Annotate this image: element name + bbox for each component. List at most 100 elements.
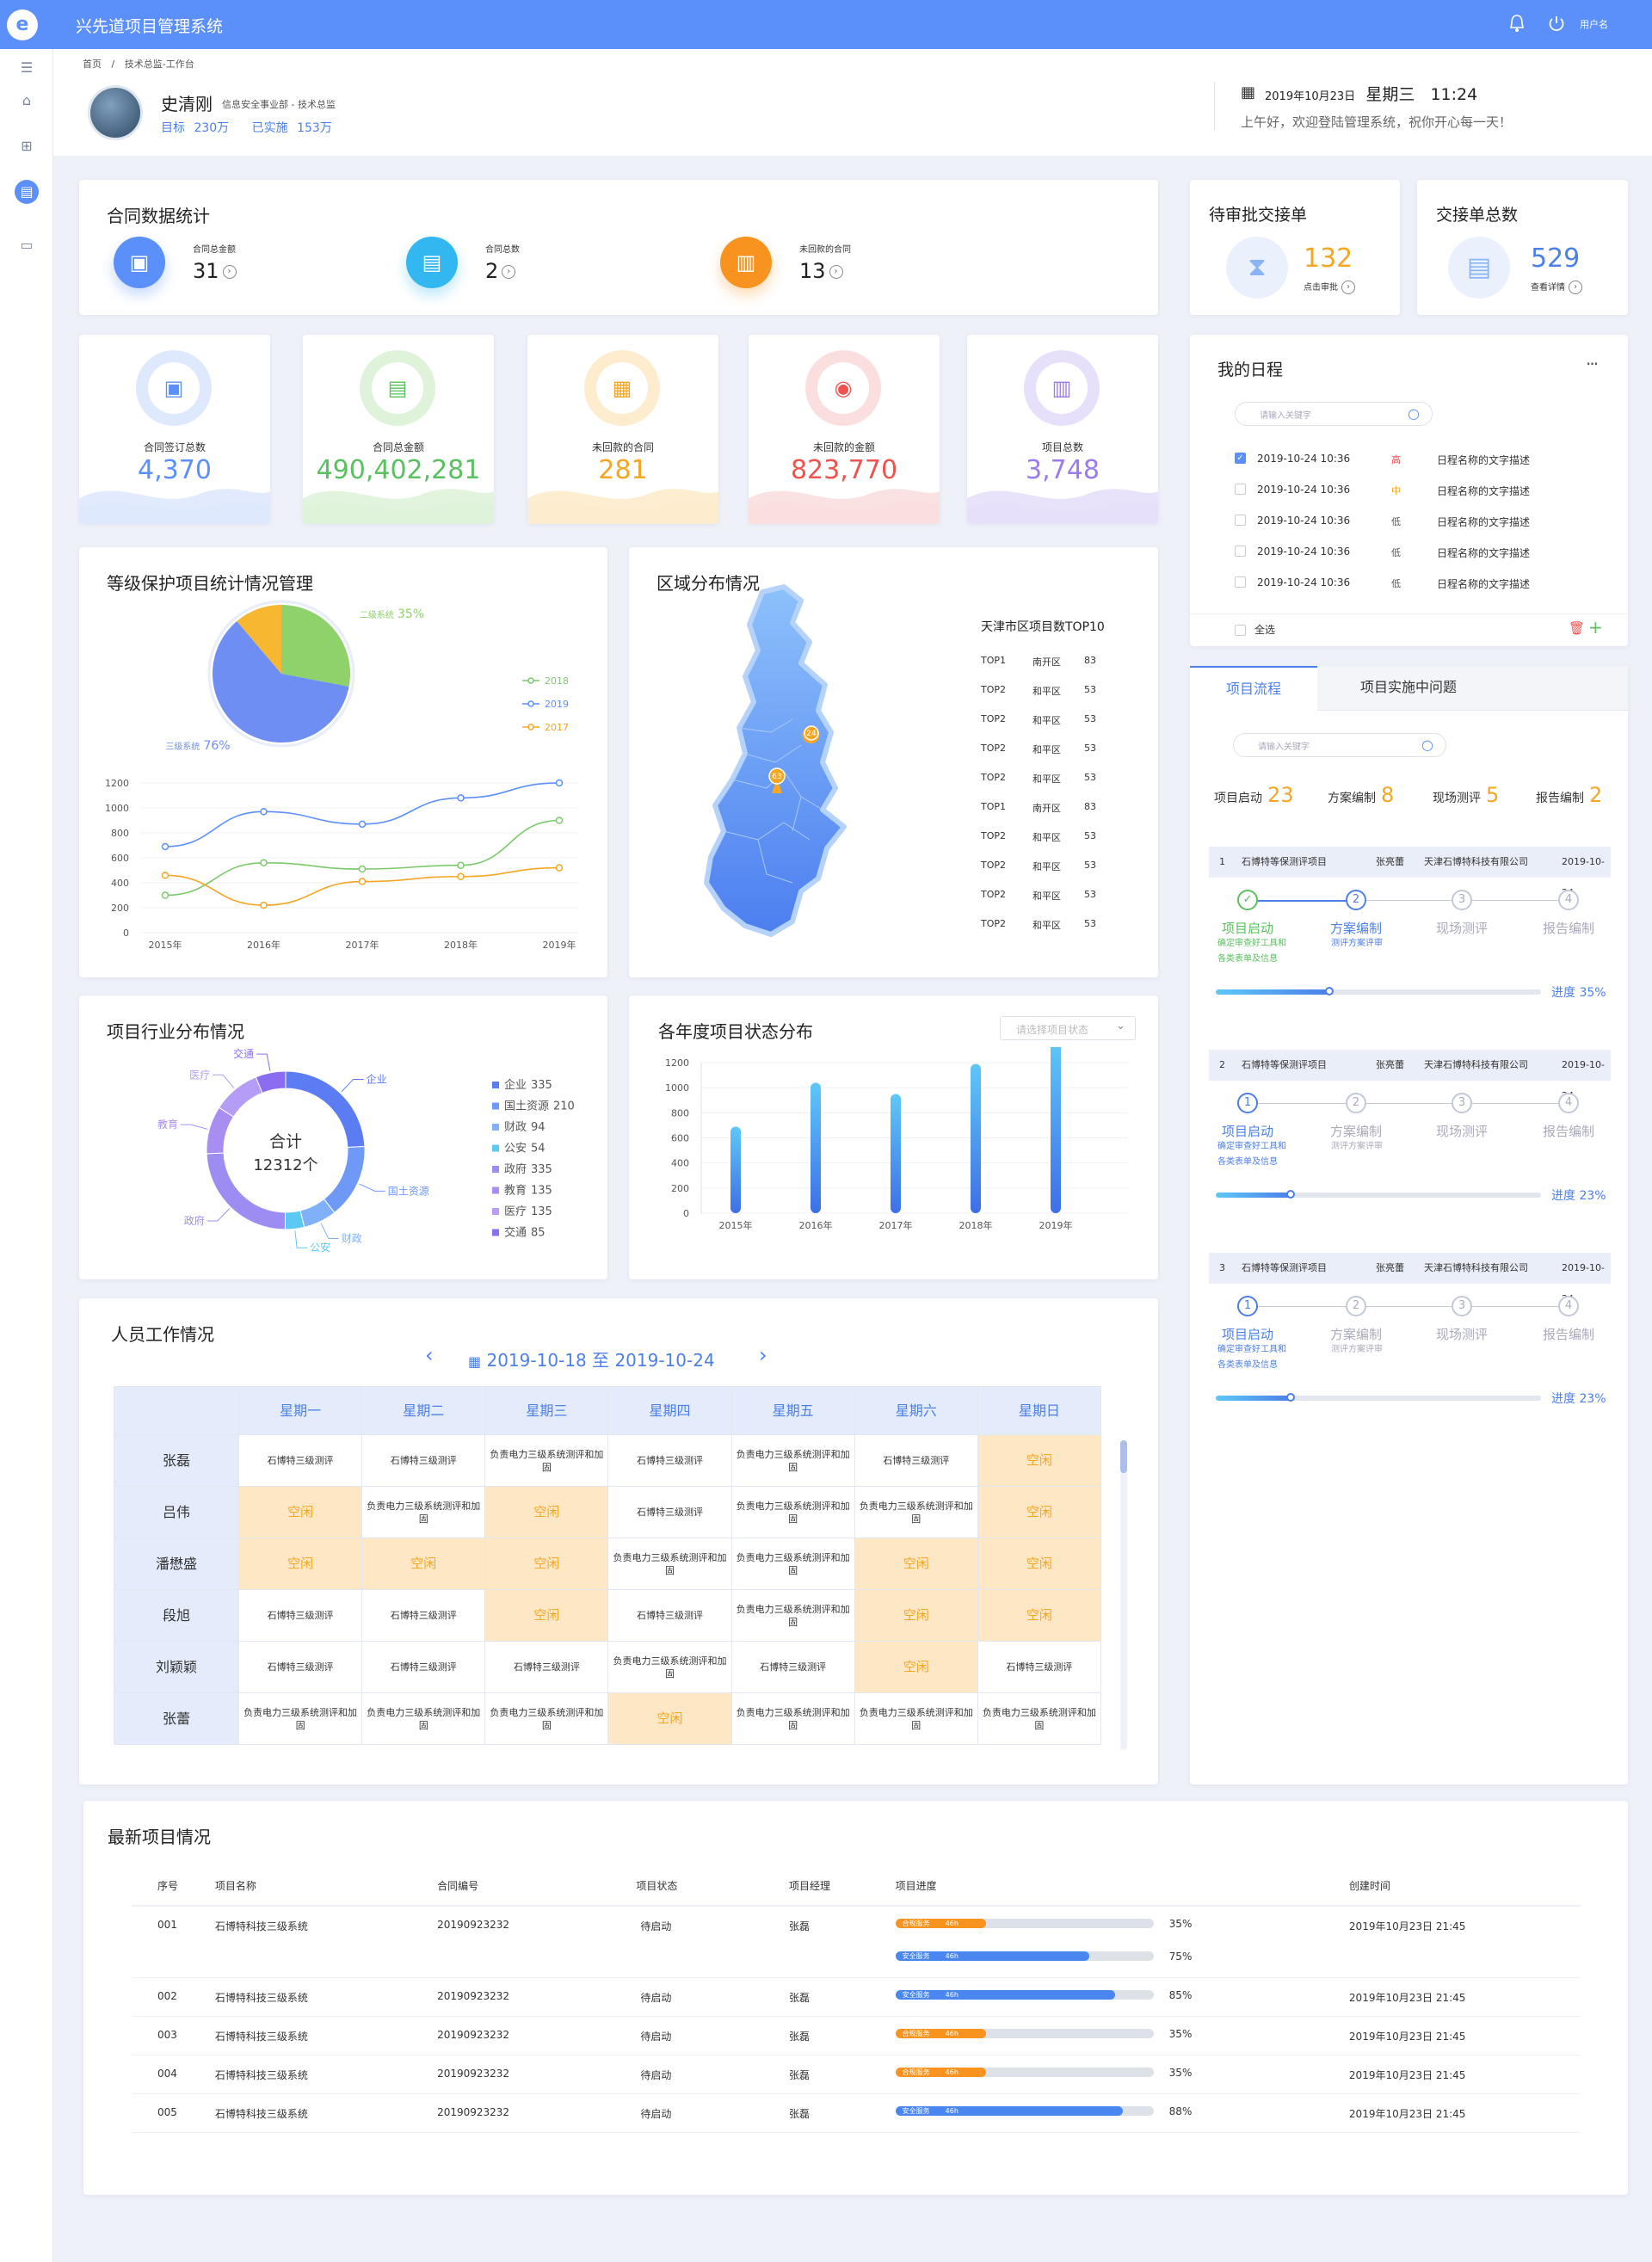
- schedule-item[interactable]: ✓ 2019-10-24 10:36 高 日程名称的文字描述: [1235, 452, 1596, 471]
- schedule-cell[interactable]: 石博特三级测评: [607, 1589, 732, 1642]
- schedule-cell[interactable]: 空闲: [854, 1589, 978, 1642]
- select-all[interactable]: 全选: [1235, 622, 1275, 637]
- legend-label[interactable]: 企业 335: [504, 1078, 552, 1092]
- schedule-search-input[interactable]: 请输入关键字 ○: [1235, 402, 1433, 426]
- bar[interactable]: [891, 1094, 901, 1213]
- data-point[interactable]: [555, 817, 564, 824]
- schedule-cell[interactable]: 空闲: [484, 1486, 609, 1538]
- stage-count[interactable]: 现场测评 5: [1433, 783, 1499, 807]
- schedule-cell[interactable]: 空闲: [237, 1538, 363, 1590]
- select-all-checkbox[interactable]: [1235, 625, 1246, 636]
- schedule-cell[interactable]: 石博特三级测评: [237, 1434, 363, 1487]
- step-circle[interactable]: 3: [1452, 1093, 1472, 1113]
- tab-implementation-issues[interactable]: 项目实施中问题: [1317, 666, 1500, 711]
- step-circle[interactable]: 4: [1558, 1296, 1579, 1316]
- stat-card[interactable]: ▥ 项目总数 3,748: [967, 335, 1158, 524]
- schedule-cell[interactable]: 负责电力三级系统测评和加固: [730, 1538, 855, 1590]
- data-point[interactable]: [457, 794, 465, 802]
- schedule-cell[interactable]: 空闲: [484, 1538, 609, 1590]
- contract-stat-value[interactable]: 13 ›: [799, 259, 843, 283]
- handover-link[interactable]: 查看详情 ›: [1531, 280, 1582, 294]
- step-circle[interactable]: 4: [1558, 890, 1579, 910]
- avatar[interactable]: [88, 85, 143, 140]
- data-point[interactable]: [260, 808, 268, 816]
- stage-count[interactable]: 方案编制 8: [1328, 783, 1394, 807]
- schedule-checkbox[interactable]: [1235, 545, 1246, 557]
- schedule-cell[interactable]: 空闲: [854, 1538, 978, 1590]
- data-point[interactable]: [555, 779, 564, 787]
- data-point[interactable]: [457, 861, 465, 869]
- schedule-cell[interactable]: 空闲: [977, 1434, 1102, 1487]
- table-row[interactable]: 003 石博特科技三级系统 20190923232 待启动 张磊 合规服务 46h 35% 20…: [132, 2016, 1581, 2056]
- step-circle[interactable]: 2: [1346, 1093, 1366, 1113]
- schedule-cell[interactable]: 负责电力三级系统测评和加固: [484, 1692, 609, 1745]
- stat-card[interactable]: ▦ 未回款的合同 281: [527, 335, 718, 524]
- table-row[interactable]: 001 石博特科技三级系统 20190923232 待启动 张磊 合规服务 46h 35% 安全…: [132, 1906, 1581, 1978]
- step-circle[interactable]: 2: [1346, 1296, 1366, 1316]
- legend-label[interactable]: 2017: [545, 722, 569, 733]
- flow-search-input[interactable]: 请输入关键字 ○: [1233, 733, 1446, 757]
- schedule-cell[interactable]: 石博特三级测评: [730, 1641, 855, 1693]
- schedule-cell[interactable]: 负责电力三级系统测评和加固: [484, 1434, 609, 1487]
- stage-count[interactable]: 项目启动 23: [1214, 783, 1294, 807]
- pie-slice[interactable]: [281, 605, 350, 687]
- schedule-cell[interactable]: 石博特三级测评: [607, 1434, 732, 1487]
- legend-label[interactable]: 公安 54: [504, 1143, 546, 1156]
- legend-label[interactable]: 交通 85: [504, 1226, 546, 1240]
- bell-icon[interactable]: [1509, 14, 1525, 33]
- search-icon[interactable]: ○: [1421, 737, 1433, 753]
- step-circle[interactable]: 4: [1558, 1093, 1579, 1113]
- progress-handle[interactable]: [1285, 1190, 1295, 1199]
- tab-project-flow[interactable]: 项目流程: [1190, 666, 1317, 712]
- legend-label[interactable]: 2018: [545, 675, 569, 687]
- schedule-item[interactable]: 2019-10-24 10:36 低 日程名称的文字描述: [1235, 576, 1596, 595]
- schedule-cell[interactable]: 石博特三级测评: [854, 1434, 978, 1487]
- schedule-cell[interactable]: 负责电力三级系统测评和加固: [361, 1692, 486, 1745]
- schedule-cell[interactable]: 负责电力三级系统测评和加固: [730, 1692, 855, 1745]
- breadcrumb-home[interactable]: 首页: [83, 59, 102, 70]
- bar[interactable]: [811, 1082, 821, 1213]
- schedule-cell[interactable]: 石博特三级测评: [237, 1589, 363, 1642]
- schedule-cell[interactable]: 负责电力三级系统测评和加固: [730, 1589, 855, 1642]
- schedule-cell[interactable]: 负责电力三级系统测评和加固: [361, 1486, 486, 1538]
- schedule-cell[interactable]: 负责电力三级系统测评和加固: [607, 1538, 732, 1590]
- user-menu[interactable]: 用户名: [1580, 17, 1608, 31]
- schedule-cell[interactable]: 负责电力三级系统测评和加固: [977, 1692, 1102, 1745]
- bar[interactable]: [971, 1063, 981, 1213]
- donut-slice[interactable]: [218, 1076, 263, 1118]
- legend-label[interactable]: 医疗 135: [504, 1205, 552, 1218]
- legend-label[interactable]: 财政 94: [504, 1121, 546, 1134]
- map-marker-icon[interactable]: 24: [802, 725, 820, 743]
- data-point[interactable]: [358, 820, 367, 829]
- schedule-item[interactable]: 2019-10-24 10:36 低 日程名称的文字描述: [1235, 545, 1596, 564]
- step-circle[interactable]: 1: [1237, 1296, 1258, 1316]
- legend-label[interactable]: 政府 335: [504, 1163, 552, 1176]
- data-point[interactable]: [358, 878, 367, 885]
- power-icon[interactable]: [1547, 14, 1566, 33]
- schedule-cell[interactable]: 负责电力三级系统测评和加固: [854, 1486, 978, 1538]
- schedule-cell[interactable]: 石博特三级测评: [977, 1641, 1102, 1693]
- stat-card[interactable]: ▣ 合同签订总数 4,370: [79, 335, 270, 524]
- progress-handle[interactable]: [1285, 1393, 1295, 1402]
- flow-project-header[interactable]: 1石博特等保测评项目张亮蕾天津石博特科技有限公司2019-10-24: [1209, 847, 1611, 898]
- bar[interactable]: [1051, 1047, 1061, 1213]
- schedule-cell[interactable]: 空闲: [361, 1538, 486, 1590]
- contract-stat-value[interactable]: 2 ›: [485, 259, 516, 283]
- legend-label[interactable]: 国土资源 210: [504, 1100, 575, 1113]
- schedule-cell[interactable]: 空闲: [237, 1486, 363, 1538]
- data-point[interactable]: [457, 872, 465, 880]
- data-point[interactable]: [555, 864, 564, 872]
- menu-toggle-icon[interactable]: ☰: [15, 56, 39, 80]
- schedule-cell[interactable]: 石博特三级测评: [484, 1641, 609, 1693]
- next-week-button[interactable]: ›: [759, 1343, 767, 1367]
- schedule-cell[interactable]: 负责电力三级系统测评和加固: [730, 1434, 855, 1487]
- legend-label[interactable]: 2019: [545, 699, 569, 710]
- schedule-cell[interactable]: 负责电力三级系统测评和加固: [607, 1641, 732, 1693]
- schedule-cell[interactable]: 空闲: [977, 1486, 1102, 1538]
- schedule-checkbox[interactable]: ✓: [1235, 453, 1246, 464]
- schedule-checkbox[interactable]: [1235, 576, 1246, 588]
- bar[interactable]: [730, 1126, 741, 1213]
- data-point[interactable]: [161, 842, 170, 851]
- data-point[interactable]: [161, 872, 170, 879]
- data-point[interactable]: [260, 901, 268, 909]
